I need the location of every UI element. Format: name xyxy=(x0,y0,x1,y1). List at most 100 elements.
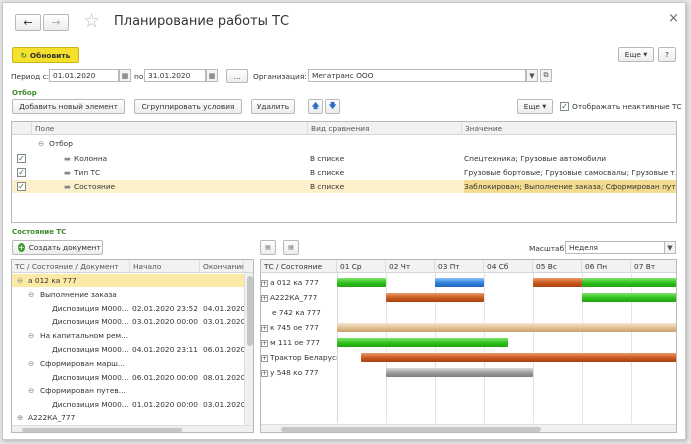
group-conditions-button[interactable]: Сгруппировать условия xyxy=(134,99,242,114)
state-row[interactable]: ⊖ Сформирован путев... xyxy=(12,384,244,397)
period-from-label: Период с: xyxy=(11,72,50,81)
gantt-bar[interactable] xyxy=(337,278,386,287)
scrollbar-thumb[interactable] xyxy=(281,427,541,432)
move-down-button[interactable]: 🡇 xyxy=(325,99,340,114)
filter-row[interactable]: ✓ ▬ Тип ТС В списке Грузовые бортовые; Г… xyxy=(12,166,676,179)
expand-icon[interactable]: ⊕ xyxy=(17,411,23,424)
state-row[interactable]: ⊖ Сформирован марш... xyxy=(12,357,244,370)
favorite-star-icon[interactable]: ☆ xyxy=(83,10,100,32)
gantt-zoom-in-button[interactable]: ▤ xyxy=(260,240,276,255)
expand-icon[interactable]: + xyxy=(261,324,268,332)
period-to-field[interactable]: 31.01.2020 xyxy=(144,69,206,82)
help-button[interactable]: ? xyxy=(658,47,676,62)
gantt-bar[interactable] xyxy=(435,278,484,287)
gantt-gridline xyxy=(484,273,485,423)
scale-field[interactable]: Неделя xyxy=(565,241,665,254)
state-row-name: А222КА_777 xyxy=(28,413,76,422)
filter-group-row[interactable]: ⊖ Отбор xyxy=(12,137,676,150)
state-row[interactable]: Диспозиция М000... 03.01.2020 00:00 03.0… xyxy=(12,315,245,328)
scrollbar-thumb[interactable] xyxy=(247,276,253,346)
filter-row-checkbox[interactable]: ✓ xyxy=(17,168,26,177)
gantt-row-label[interactable]: е 742 ка 777 xyxy=(261,307,337,318)
create-document-button[interactable]: + Создать документ xyxy=(12,240,103,255)
collapse-icon[interactable]: ⊖ xyxy=(28,329,34,342)
filter-row-checkbox[interactable]: ✓ xyxy=(17,154,26,163)
state-row-name: Диспозиция М000... xyxy=(52,400,129,409)
add-element-button[interactable]: Добавить новый элемент xyxy=(12,99,125,114)
period-from-field[interactable]: 01.01.2020 xyxy=(49,69,119,82)
gantt-row-label[interactable]: + у 548 ко 777 xyxy=(261,367,337,378)
show-inactive-checkbox[interactable]: ✓ xyxy=(560,102,569,111)
gantt-row-name: у 548 ко 777 xyxy=(270,368,319,377)
state-row-selected[interactable]: ⊖ а 012 ка 777 xyxy=(12,274,244,287)
state-row-start: 02.01.2020 23:52 xyxy=(132,304,198,313)
header-compare[interactable]: Вид сравнения xyxy=(308,122,462,135)
dropdown-arrow-icon[interactable]: ▼ xyxy=(526,69,538,82)
gantt-bar[interactable] xyxy=(337,323,676,332)
state-row[interactable]: Диспозиция М000... 01.01.2020 00:00 03.0… xyxy=(12,398,245,411)
gantt-row-label[interactable]: + А222КА_777 xyxy=(261,292,337,303)
gantt-row-label[interactable]: + а 012 ка 777 xyxy=(261,277,337,288)
gantt-zoom-out-button[interactable]: ▤ xyxy=(283,240,299,255)
filter-row[interactable]: ✓ ▬ Колонна В списке Спецтехника; Грузов… xyxy=(12,152,676,165)
gantt-bar[interactable] xyxy=(337,338,508,347)
gantt-bar[interactable] xyxy=(582,293,676,302)
calendar-icon[interactable]: ▦ xyxy=(119,69,131,82)
collapse-icon[interactable]: ⊖ xyxy=(28,288,34,301)
expand-icon[interactable]: + xyxy=(261,279,268,287)
state-row[interactable]: ⊖ Выполнение заказа xyxy=(12,288,244,301)
move-up-button[interactable]: 🡅 xyxy=(308,99,323,114)
state-row[interactable]: Диспозиция М000... 02.01.2020 23:52 04.0… xyxy=(12,302,245,315)
gantt-bar[interactable] xyxy=(361,353,676,362)
collapse-icon[interactable]: ⊖ xyxy=(28,357,34,370)
open-icon[interactable]: ⧉ xyxy=(540,69,552,82)
state-row[interactable]: ⊕ А222КА_777 xyxy=(12,411,244,424)
forward-button[interactable]: → xyxy=(43,14,69,31)
collapse-icon[interactable]: ⊖ xyxy=(38,137,44,150)
gantt-header-first: ТС / Состояние xyxy=(261,260,337,273)
collapse-icon[interactable]: ⊖ xyxy=(17,274,23,287)
filter-row-selected[interactable]: ✓ ▬ Состояние В списке Заблокирован; Вып… xyxy=(12,180,676,193)
collapse-icon[interactable]: ⊖ xyxy=(28,384,34,397)
more-button[interactable]: Еще ▼ xyxy=(618,47,654,62)
gantt-day: 04 Сб xyxy=(484,260,533,273)
dropdown-arrow-icon[interactable]: ▼ xyxy=(664,241,676,254)
filter-more-button[interactable]: Еще ▼ xyxy=(517,99,553,114)
state-row[interactable]: Диспозиция М000... 06.01.2020 00:00 08.0… xyxy=(12,371,245,384)
refresh-button[interactable]: ↻ Обновить xyxy=(12,47,79,63)
filter-row-checkbox[interactable]: ✓ xyxy=(17,182,26,191)
close-icon[interactable]: × xyxy=(668,11,679,26)
gantt-row-label[interactable]: + Трактор Беларусь xyxy=(261,352,337,363)
header-end[interactable]: Окончание xyxy=(200,260,244,273)
gantt-day: 03 Пт xyxy=(435,260,484,273)
header-field[interactable]: Поле xyxy=(32,122,308,135)
period-select-button[interactable]: ... xyxy=(226,69,248,83)
gantt-row-label[interactable]: + м 111 ое 777 xyxy=(261,337,337,348)
header-check-col xyxy=(12,122,32,135)
state-row[interactable]: Диспозиция М000... 04.01.2020 23:11 06.0… xyxy=(12,343,245,356)
expand-icon[interactable]: + xyxy=(261,339,268,347)
header-value[interactable]: Значение xyxy=(462,122,676,135)
chevron-down-icon: ▼ xyxy=(643,51,648,58)
back-button[interactable]: ← xyxy=(15,14,41,31)
header-start[interactable]: Начало xyxy=(130,260,200,273)
gantt-day: 02 Чт xyxy=(386,260,435,273)
calendar-icon[interactable]: ▦ xyxy=(206,69,218,82)
gantt-bar[interactable] xyxy=(386,293,484,302)
expand-icon[interactable]: + xyxy=(261,354,268,362)
organization-field[interactable]: Мегатранс ООО xyxy=(308,69,526,82)
gantt-row-label[interactable]: + к 745 ое 777 xyxy=(261,322,337,333)
state-row[interactable]: ⊖ На капитальном рем... xyxy=(12,329,244,342)
vertical-scrollbar[interactable] xyxy=(244,273,253,425)
horizontal-scrollbar[interactable] xyxy=(12,425,253,432)
gantt-bar[interactable] xyxy=(582,278,676,287)
gantt-horizontal-scrollbar[interactable] xyxy=(261,424,676,432)
expand-icon[interactable]: + xyxy=(261,294,268,302)
filter-more-label: Еще xyxy=(523,102,540,111)
delete-button[interactable]: Удалить xyxy=(251,99,295,114)
scrollbar-thumb[interactable] xyxy=(22,428,182,432)
expand-icon[interactable]: + xyxy=(261,369,268,377)
gantt-bar[interactable] xyxy=(533,278,582,287)
header-ts-state[interactable]: ТС / Состояние / Документ xyxy=(12,260,130,273)
gantt-bar[interactable] xyxy=(386,368,533,377)
